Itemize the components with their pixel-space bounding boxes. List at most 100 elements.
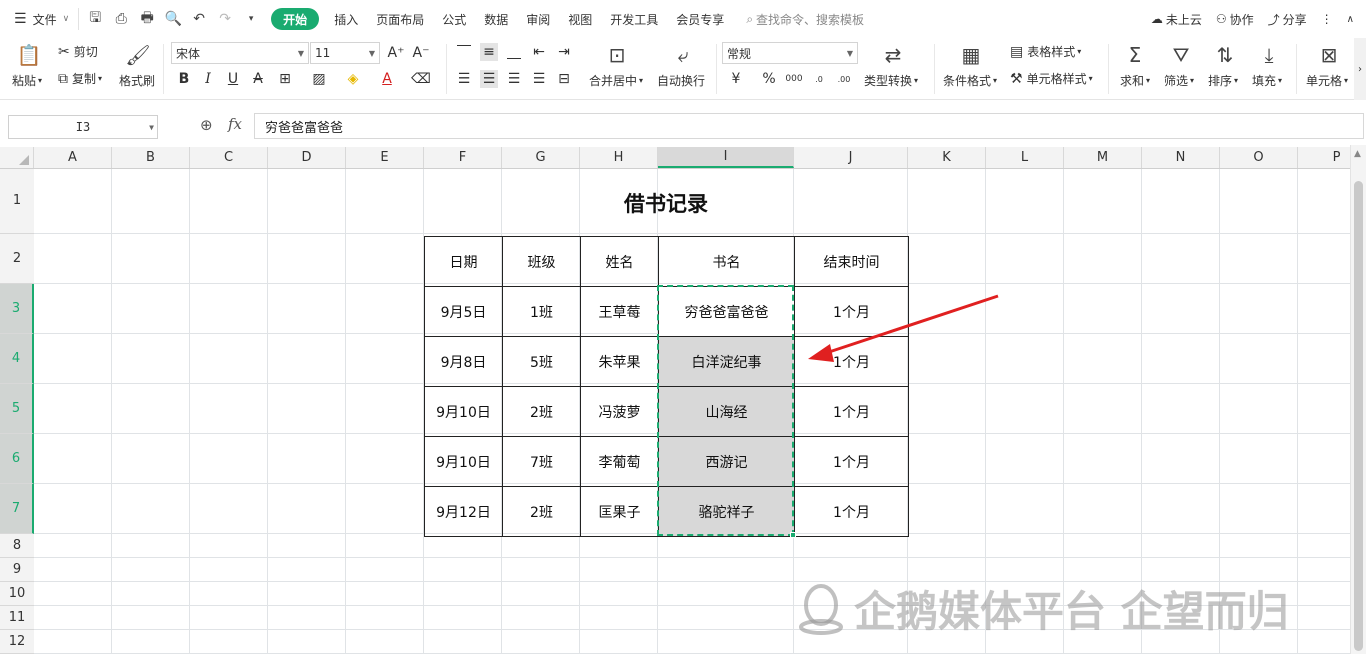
collapse-ribbon-button[interactable]: ∧ <box>1340 0 1366 38</box>
column-header-c[interactable]: C <box>190 147 268 168</box>
clear-format-icon[interactable]: ⌫ <box>411 70 431 88</box>
row-header-8[interactable]: 8 <box>0 534 34 558</box>
column-header-n[interactable]: N <box>1142 147 1220 168</box>
row-header-6[interactable]: 6 <box>0 434 34 484</box>
column-header-d[interactable]: D <box>268 147 346 168</box>
save-icon[interactable]: 🖫 <box>87 10 103 27</box>
table-cell[interactable]: 1个月 <box>794 336 909 387</box>
cell-style-button[interactable]: ⚒ 单元格样式 ▾ <box>1010 70 1093 87</box>
decrease-font-icon[interactable]: A⁻ <box>412 44 430 62</box>
distributed-icon[interactable]: ⊟ <box>555 70 573 88</box>
column-header-m[interactable]: M <box>1064 147 1142 168</box>
tab-review[interactable]: 审阅 <box>517 0 559 38</box>
tab-member[interactable]: 会员专享 <box>667 0 733 38</box>
align-left-icon[interactable]: ☰ <box>455 70 473 88</box>
tab-formulas[interactable]: 公式 <box>433 0 475 38</box>
cell-icon[interactable]: ⊠ <box>1316 42 1342 68</box>
sheet-title[interactable]: 借书记录 <box>424 170 908 236</box>
table-cell[interactable]: 5班 <box>502 336 581 387</box>
justify-icon[interactable]: ☰ <box>530 70 548 88</box>
table-cell[interactable]: 1个月 <box>794 486 909 537</box>
column-header-a[interactable]: A <box>34 147 112 168</box>
sort-button[interactable]: 排序 ▾ <box>1208 72 1238 89</box>
tab-developer[interactable]: 开发工具 <box>601 0 667 38</box>
conditional-format-button[interactable]: 条件格式 ▾ <box>943 72 997 89</box>
cell-button[interactable]: 单元格 ▾ <box>1306 72 1348 89</box>
scroll-up-icon[interactable]: ▲ <box>1354 149 1361 159</box>
column-header-e[interactable]: E <box>346 147 424 168</box>
table-cell[interactable]: 西游记 <box>658 436 795 487</box>
row-header-5[interactable]: 5 <box>0 384 34 434</box>
table-cell[interactable]: 9月8日 <box>424 336 503 387</box>
format-painter-icon[interactable]: 🖌 <box>125 42 151 68</box>
header-cell[interactable]: 日期 <box>424 236 503 287</box>
underline-icon[interactable]: U <box>224 70 242 88</box>
table-cell[interactable]: 2班 <box>502 386 581 437</box>
fill-pattern-icon[interactable]: ▨ <box>310 70 328 88</box>
table-cell[interactable]: 匡果子 <box>580 486 659 537</box>
table-cell[interactable]: 骆驼祥子 <box>658 486 795 537</box>
table-cell[interactable]: 白洋淀纪事 <box>658 336 795 387</box>
share-button[interactable]: ⤴ 分享 <box>1261 0 1314 38</box>
format-painter-button[interactable]: 格式刷 <box>119 72 155 89</box>
decrease-indent-icon[interactable]: ⇤ <box>530 43 548 61</box>
formula-input[interactable]: 穷爸爸富爸爸 <box>254 113 1364 139</box>
file-menu[interactable]: ☰ 文件 ∨ <box>0 0 78 38</box>
font-name-select[interactable]: 宋体 ▼ <box>171 42 309 64</box>
thousands-icon[interactable]: 000 <box>785 70 803 88</box>
redo-icon[interactable]: ↷ <box>217 11 233 27</box>
column-header-g[interactable]: G <box>502 147 580 168</box>
font-color-icon[interactable]: A <box>378 70 396 88</box>
table-cell[interactable]: 穷爸爸富爸爸 <box>658 286 795 337</box>
tab-home[interactable]: 开始 <box>271 8 320 30</box>
row-header-3[interactable]: 3 <box>0 284 34 334</box>
font-size-select[interactable]: 11 ▼ <box>310 42 380 64</box>
select-all-corner[interactable] <box>0 147 34 168</box>
table-cell[interactable]: 9月12日 <box>424 486 503 537</box>
zoom-icon[interactable]: ⊕ <box>200 116 213 134</box>
fill-button[interactable]: 填充 ▾ <box>1252 72 1282 89</box>
currency-icon[interactable]: ¥ <box>727 70 745 88</box>
undo-icon[interactable]: ↶ <box>191 11 207 27</box>
column-header-k[interactable]: K <box>908 147 986 168</box>
ribbon-scroll-right-button[interactable]: › <box>1354 38 1366 100</box>
row-header-9[interactable]: 9 <box>0 558 34 582</box>
paste-icon[interactable]: 📋 <box>16 42 42 68</box>
tab-view[interactable]: 视图 <box>559 0 601 38</box>
fill-color-icon[interactable]: ◈ <box>344 70 362 88</box>
increase-indent-icon[interactable]: ⇥ <box>555 43 573 61</box>
type-convert-button[interactable]: 类型转换 ▾ <box>864 72 918 89</box>
fill-down-icon[interactable]: ⤓ <box>1256 42 1282 68</box>
copy-button[interactable]: ⧉ 复制 ▾ <box>58 70 102 87</box>
table-cell[interactable]: 1个月 <box>794 386 909 437</box>
table-cell[interactable]: 山海经 <box>658 386 795 437</box>
table-cell[interactable]: 李葡萄 <box>580 436 659 487</box>
column-header-o[interactable]: O <box>1220 147 1298 168</box>
name-box[interactable]: I3 ▼ <box>8 115 158 139</box>
conditional-format-icon[interactable]: ▦ <box>958 42 984 68</box>
table-cell[interactable]: 7班 <box>502 436 581 487</box>
row-header-4[interactable]: 4 <box>0 334 34 384</box>
align-right-icon[interactable]: ☰ <box>505 70 523 88</box>
type-convert-icon[interactable]: ⇄ <box>880 42 906 68</box>
cut-button[interactable]: ✂ 剪切 <box>58 43 98 60</box>
print-icon[interactable]: 🖶 <box>139 10 155 27</box>
row-header-1[interactable]: 1 <box>0 168 34 234</box>
table-cell[interactable]: 9月10日 <box>424 386 503 437</box>
column-header-j[interactable]: J <box>794 147 908 168</box>
row-header-7[interactable]: 7 <box>0 484 34 534</box>
customize-chevron-icon[interactable]: ▾ <box>243 11 259 27</box>
vertical-scrollbar[interactable]: ▲ <box>1350 145 1366 654</box>
table-cell[interactable]: 9月5日 <box>424 286 503 337</box>
align-center-icon[interactable]: ☰ <box>480 70 498 88</box>
sum-button[interactable]: 求和 ▾ <box>1120 72 1150 89</box>
row-header-2[interactable]: 2 <box>0 234 34 284</box>
table-cell[interactable]: 王草莓 <box>580 286 659 337</box>
number-format-select[interactable]: 常规 ▼ <box>722 42 858 64</box>
align-middle-icon[interactable]: ≡ <box>480 43 498 61</box>
tab-insert[interactable]: 插入 <box>325 0 367 38</box>
wrap-text-icon[interactable]: ⤶ <box>670 42 696 68</box>
tab-data[interactable]: 数据 <box>475 0 517 38</box>
collaborate-button[interactable]: ⚇ 协作 <box>1209 0 1261 38</box>
column-header-b[interactable]: B <box>112 147 190 168</box>
